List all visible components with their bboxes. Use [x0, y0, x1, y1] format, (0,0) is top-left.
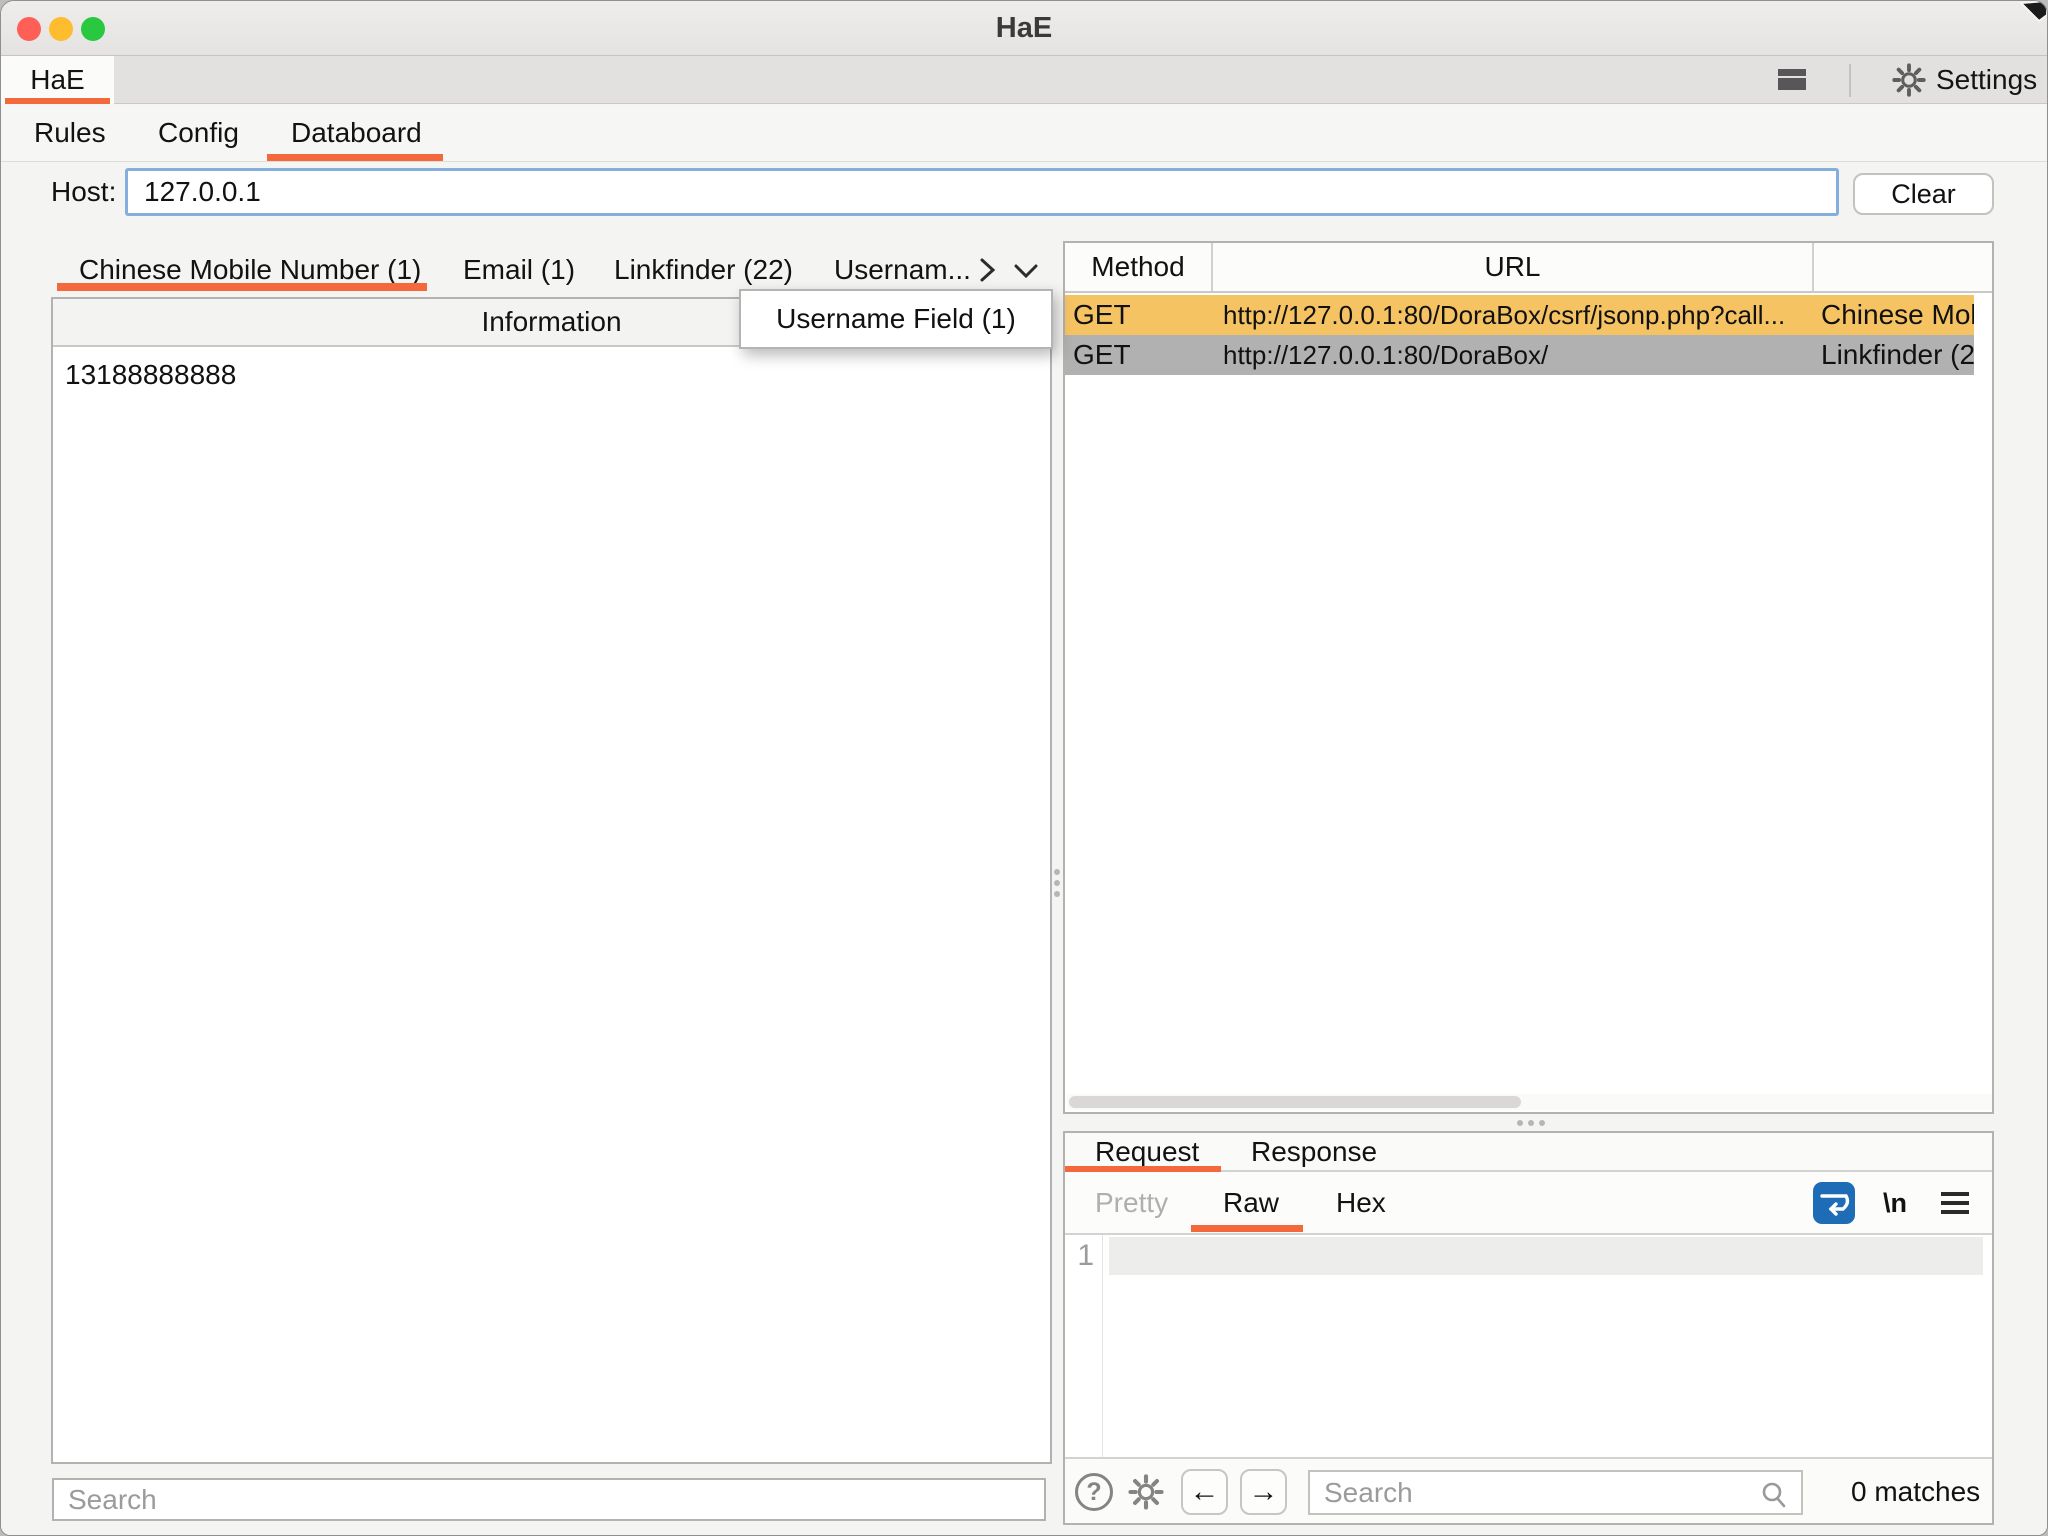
comment-cell: Linkfinder (22: [1821, 335, 1974, 375]
next-match-button[interactable]: →: [1240, 1469, 1287, 1515]
message-editor-panel: Request Response Pretty Raw Hex \n: [1063, 1131, 1994, 1525]
settings-button[interactable]: Settings: [1891, 56, 2037, 104]
current-line-highlight: [1109, 1237, 1983, 1275]
line-number-gutter: 1: [1065, 1235, 1103, 1457]
tab-dropdown-menu-item[interactable]: Username Field (1): [739, 289, 1053, 349]
tab-pretty[interactable]: Pretty: [1095, 1186, 1168, 1220]
main-tab-strip: HaE Settings: [1, 56, 2047, 104]
tab-request[interactable]: Request: [1095, 1133, 1199, 1170]
clear-button[interactable]: Clear: [1853, 173, 1994, 215]
table-row[interactable]: 13188888888: [65, 355, 236, 395]
tab-rules[interactable]: Rules: [34, 105, 106, 161]
host-input[interactable]: [125, 168, 1839, 216]
tab-hae-label: HaE: [30, 64, 84, 96]
method-column-header[interactable]: Method: [1065, 243, 1213, 291]
request-list-table: Method URL GET http://127.0.0.1:80/DoraB…: [1063, 241, 1994, 1114]
tab-response[interactable]: Response: [1251, 1133, 1377, 1170]
information-search-input[interactable]: [52, 1478, 1046, 1521]
tab-scroll-right-icon[interactable]: [974, 254, 1000, 286]
tab-raw-active-indicator: [1191, 1225, 1303, 1232]
horizontal-scrollbar-thumb[interactable]: [1069, 1096, 1521, 1108]
editor-menu-icon[interactable]: [1941, 1192, 1969, 1214]
mouse-cursor: [2013, 1, 2047, 25]
tab-hae-active-indicator: [5, 98, 110, 104]
title-bar: HaE: [1, 1, 2047, 56]
app-window: HaE HaE Settings Rules: [0, 0, 2048, 1536]
search-magnifier-icon: [1759, 1480, 1789, 1510]
url-cell: http://127.0.0.1:80/DoraBox/csrf/jsonp.p…: [1223, 295, 1815, 335]
editor-tab-bar: Request Response: [1065, 1133, 1992, 1172]
table-row[interactable]: GET http://127.0.0.1:80/DoraBox/ Linkfin…: [1065, 335, 1974, 375]
help-icon[interactable]: ?: [1075, 1473, 1113, 1511]
host-label: Host:: [51, 169, 116, 215]
window-title: HaE: [1, 1, 2047, 56]
information-table: Information 13188888888: [51, 297, 1052, 1464]
method-cell: GET: [1073, 335, 1131, 375]
tab-hae[interactable]: HaE: [1, 56, 114, 104]
url-column-header[interactable]: URL: [1213, 243, 1814, 291]
tab-linkfinder[interactable]: Linkfinder (22): [614, 248, 793, 292]
method-cell: GET: [1073, 295, 1131, 335]
editor-mode-bar: Pretty Raw Hex \n: [1065, 1172, 1992, 1235]
tab-hex[interactable]: Hex: [1336, 1186, 1386, 1220]
settings-label: Settings: [1936, 64, 2037, 96]
sub-tab-strip: Rules Config Databoard: [1, 105, 2047, 162]
horizontal-scrollbar[interactable]: [1067, 1094, 1992, 1110]
table-row-selected[interactable]: GET http://127.0.0.1:80/DoraBox/csrf/jso…: [1065, 295, 1974, 335]
tab-databoard-active-indicator: [267, 154, 443, 161]
tab-databoard[interactable]: Databoard: [291, 105, 422, 161]
editor-search-input[interactable]: [1308, 1470, 1803, 1515]
request-editor-body[interactable]: 1: [1065, 1235, 1992, 1457]
request-list-header: Method URL: [1065, 243, 1992, 293]
show-newlines-toggle[interactable]: \n: [1873, 1182, 1917, 1224]
comment-cell: Chinese Mob: [1821, 295, 1974, 335]
toolbar-divider: [1849, 64, 1851, 97]
layout-panel-icon[interactable]: [1778, 69, 1806, 90]
url-cell: http://127.0.0.1:80/DoraBox/: [1223, 335, 1815, 375]
word-wrap-toggle[interactable]: [1813, 1182, 1855, 1224]
tab-email[interactable]: Email (1): [463, 248, 575, 292]
previous-match-button[interactable]: ←: [1181, 1469, 1228, 1515]
search-settings-gear-icon[interactable]: [1127, 1473, 1165, 1516]
tab-chinese-mobile-active-indicator: [57, 283, 427, 291]
tab-config[interactable]: Config: [158, 105, 239, 161]
line-number: 1: [1077, 1239, 1094, 1273]
tab-list-dropdown-icon[interactable]: [1009, 254, 1043, 286]
tab-username-field[interactable]: Usernam...: [834, 248, 971, 292]
gear-icon: [1891, 62, 1927, 98]
tab-raw[interactable]: Raw: [1223, 1186, 1279, 1220]
match-count: 0 matches: [1851, 1459, 1980, 1525]
editor-search-toolbar: ? ← → 0 matches: [1065, 1457, 1992, 1523]
